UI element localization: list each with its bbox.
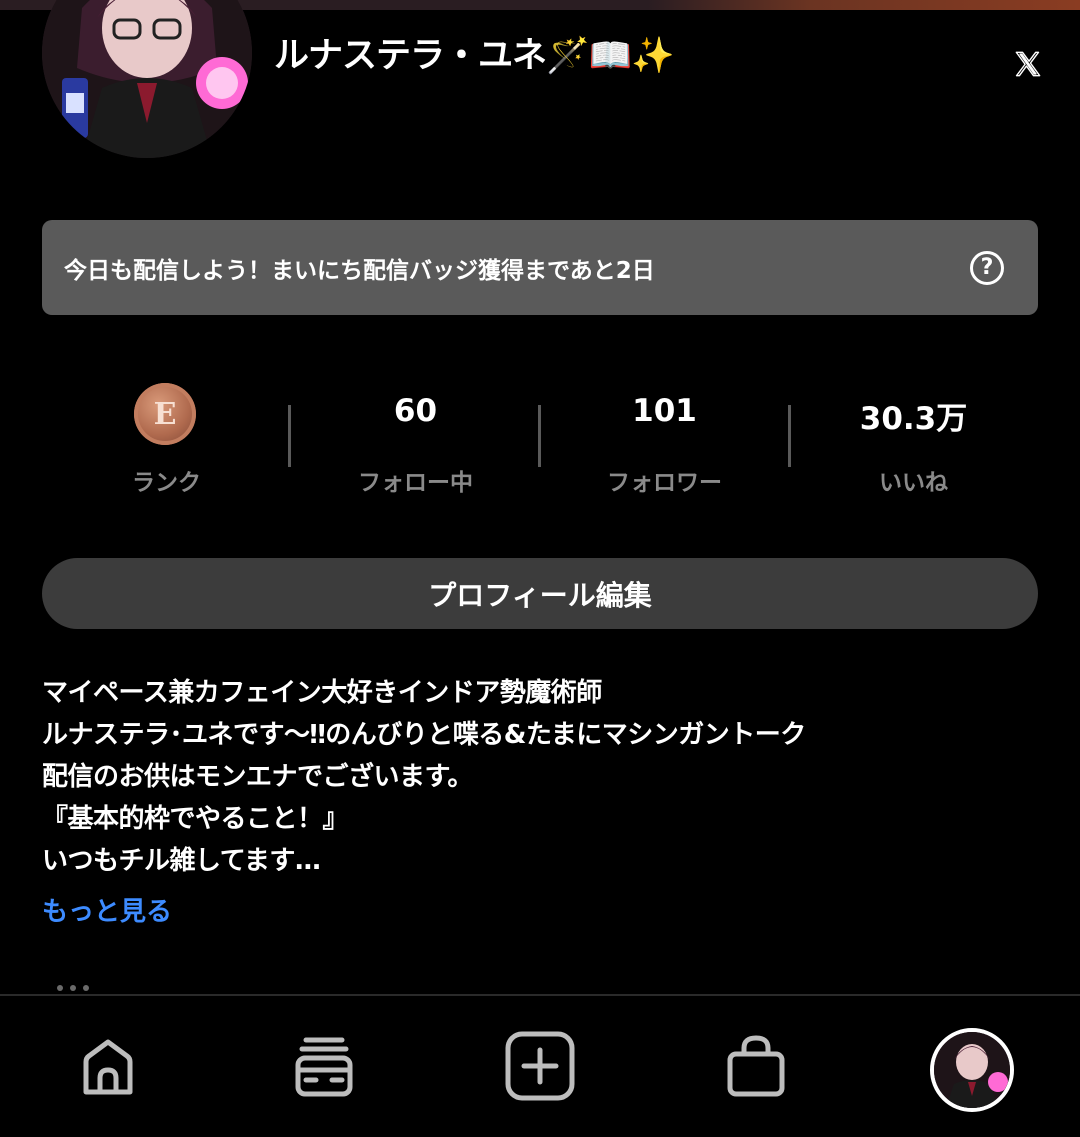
nav-home-button[interactable]	[68, 1026, 148, 1106]
bio-line: ルナステラ･ユネです〜‼︎のんびりと喋る&たまにマシンガントーク	[42, 720, 806, 750]
stat-likes-label: いいね	[879, 470, 948, 496]
stat-following-value: 60	[393, 393, 438, 429]
daily-stream-banner[interactable]: 今日も配信しよう！まいにち配信バッジ獲得まであと2日 ?	[42, 220, 1038, 315]
profile-avatar[interactable]	[42, 0, 252, 158]
partial-content-icon	[57, 985, 89, 991]
home-icon	[83, 1039, 133, 1095]
stat-likes-value: 30.3万	[859, 401, 968, 437]
stat-following[interactable]: 60 フォロー中	[291, 375, 540, 505]
rank-badge-icon: E	[134, 383, 196, 445]
question-circle-icon[interactable]: ?	[970, 250, 1004, 285]
bio-line: マイペース兼カフェイン大好きインドア勢魔術師	[42, 678, 602, 708]
nav-feed-button[interactable]	[284, 1026, 364, 1106]
x-logo-icon	[1015, 51, 1041, 77]
profile-username: ルナステラ・ユネ🪄📖✨	[274, 36, 675, 76]
nav-add-button[interactable]	[500, 1026, 580, 1106]
feed-icon	[295, 1037, 353, 1097]
help-glyph: ?	[980, 255, 994, 280]
profile-avatar-icon	[934, 1032, 1010, 1108]
stat-followers[interactable]: 101 フォロワー	[540, 375, 789, 505]
stat-rank[interactable]: E ランク	[42, 375, 291, 505]
profile-bio: マイペース兼カフェイン大好きインドア勢魔術師 ルナステラ･ユネです〜‼︎のんびり…	[42, 672, 1042, 882]
profile-stats: E ランク 60 フォロー中 101 フォロワー 30.3万 いいね	[42, 375, 1038, 505]
banner-text: 今日も配信しよう！まいにち配信バッジ獲得まであと2日	[64, 257, 655, 284]
edit-profile-button[interactable]: プロフィール編集	[42, 558, 1038, 629]
stat-followers-label: フォロワー	[607, 470, 722, 496]
avatar-illustration	[42, 0, 252, 158]
show-more-link[interactable]: もっと見る	[42, 891, 172, 933]
rank-letter: E	[153, 396, 177, 432]
x-link-button[interactable]	[1006, 44, 1050, 84]
bio-line: いつもチル雑してます…	[42, 846, 321, 876]
shop-icon	[727, 1035, 785, 1097]
bottom-navigation	[0, 996, 1080, 1137]
bio-line: 『基本的枠でやること！』	[42, 804, 349, 834]
stat-following-label: フォロー中	[358, 470, 473, 496]
stat-followers-value: 101	[632, 393, 697, 429]
stat-likes[interactable]: 30.3万 いいね	[789, 375, 1038, 505]
stat-rank-label: ランク	[132, 470, 201, 496]
nav-shop-button[interactable]	[716, 1026, 796, 1106]
add-icon	[505, 1031, 575, 1101]
nav-profile-avatar[interactable]	[930, 1028, 1014, 1112]
bio-line: 配信のお供はモンエナでございます。	[42, 762, 473, 792]
